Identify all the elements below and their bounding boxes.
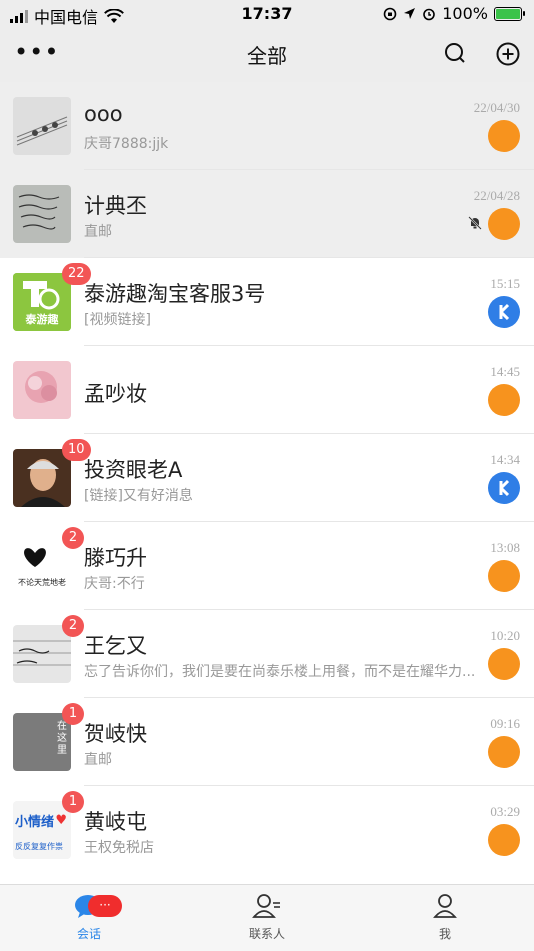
mute-bell-icon [468, 216, 482, 230]
conversation-row[interactable]: 小情绪 ♥ 反反复复作祟 1 黄岐屯 王权免税店 03:29 [0, 786, 534, 874]
avatar-logo-text: 泰游趣 [25, 313, 59, 326]
conversation-time: 09:16 [490, 716, 520, 731]
avatar: 小情绪 ♥ 反反复复作祟 [13, 801, 71, 859]
profile-icon [433, 894, 457, 918]
conversation-time: 14:34 [490, 452, 520, 467]
conversation-name: 计典丕 [84, 194, 147, 218]
tyq-app-icon [488, 560, 520, 592]
status-right: 100% [383, 4, 525, 23]
avatar-caption: 不论天荒地老 [18, 578, 66, 587]
search-icon[interactable] [444, 42, 466, 64]
avatar: 在这里 [13, 713, 71, 771]
add-icon[interactable] [496, 42, 520, 66]
battery-icon [494, 6, 525, 21]
avatar [13, 449, 71, 507]
conversation-list: ooo 庆哥7888:jjk 22/04/30 计典丕 直邮 22/04/28 [0, 82, 534, 874]
avatar [13, 361, 71, 419]
conversation-preview: 忘了告诉你们，我们是要在尚泰乐楼上用餐，而不是在耀华力... [84, 664, 476, 680]
avatar-caption: 反反复复作祟 [15, 842, 63, 851]
tyq-app-icon [488, 384, 520, 416]
contacts-icon [252, 894, 280, 918]
location-icon [404, 8, 416, 19]
tab-label: 我 [438, 927, 451, 941]
avatar-caption: 在这里 [57, 721, 67, 756]
conversation-preview: [链接]又有好消息 [84, 488, 193, 504]
rotation-lock-icon [383, 7, 397, 20]
conversation-name: 孟吵妆 [84, 382, 147, 406]
alarm-icon [423, 8, 436, 20]
tyq-app-icon [488, 648, 520, 680]
tyq-app-icon [488, 824, 520, 856]
tab-bar: 会话 ··· 联系人 我 [0, 884, 534, 951]
conversation-name: 泰游趣淘宝客服3号 [84, 282, 266, 306]
unread-badge: 1 [62, 791, 84, 813]
conversation-preview: 直邮 [84, 752, 112, 768]
chat-badge: ··· [88, 895, 122, 917]
tab-me[interactable]: 我 [356, 893, 534, 942]
k-app-icon [488, 472, 520, 504]
unread-badge: 2 [62, 527, 84, 549]
conversation-time: 10:20 [490, 628, 520, 643]
tab-contacts[interactable]: 联系人 [178, 893, 356, 942]
tab-chats[interactable]: 会话 ··· [0, 893, 178, 942]
conversation-name: 投资眼老A [84, 458, 183, 482]
conversation-row[interactable]: 计典丕 直邮 22/04/28 [0, 170, 534, 258]
k-app-icon [488, 296, 520, 328]
avatar: 不论天荒地老 [13, 537, 71, 595]
conversation-time: 14:45 [490, 364, 520, 379]
conversation-time: 15:15 [490, 276, 520, 291]
battery-label: 100% [442, 4, 488, 23]
tab-label: 联系人 [248, 927, 285, 941]
conversation-time: 22/04/28 [473, 188, 520, 203]
conversation-row[interactable]: ooo 庆哥7888:jjk 22/04/30 [0, 82, 534, 170]
avatar [13, 625, 71, 683]
conversation-row[interactable]: 不论天荒地老 2 滕巧升 庆哥:不行 13:08 [0, 522, 534, 610]
conversation-row[interactable]: 10 投资眼老A [链接]又有好消息 14:34 [0, 434, 534, 522]
conversation-name: ooo [84, 102, 123, 126]
conversation-name: 滕巧升 [84, 546, 147, 570]
avatar [13, 185, 71, 243]
tyq-app-icon [488, 120, 520, 152]
conversation-preview: [视频链接] [84, 312, 151, 328]
conversation-name: 王乞又 [84, 634, 147, 658]
avatar [13, 97, 71, 155]
tab-label: 会话 [76, 927, 101, 941]
conversation-name: 黄岐屯 [84, 810, 147, 834]
tyq-app-icon [488, 736, 520, 768]
conversation-row[interactable]: 泰游趣 22 泰游趣淘宝客服3号 [视频链接] 15:15 [0, 258, 534, 346]
nav-header: ••• 全部 [0, 28, 534, 82]
tyq-app-icon [488, 208, 520, 240]
avatar: 泰游趣 [13, 273, 71, 331]
conversation-time: 03:29 [490, 804, 520, 819]
status-bar: 中国电信 17:37 100% [0, 0, 534, 28]
conversation-name: 贺岐快 [84, 722, 147, 746]
conversation-row[interactable]: 2 王乞又 忘了告诉你们，我们是要在尚泰乐楼上用餐，而不是在耀华力... 10:… [0, 610, 534, 698]
conversation-preview: 直邮 [84, 224, 112, 240]
unread-badge: 1 [62, 703, 84, 725]
unread-badge: 2 [62, 615, 84, 637]
conversation-time: 22/04/30 [473, 100, 520, 115]
conversation-preview: 王权免税店 [84, 840, 154, 856]
conversation-preview: 庆哥7888:jjk [84, 136, 169, 152]
avatar-caption: 小情绪 [15, 815, 55, 830]
conversation-row[interactable]: 孟吵妆 14:45 [0, 346, 534, 434]
avatar-heart-icon: ♥ [55, 813, 67, 828]
conversation-preview: 庆哥:不行 [84, 576, 145, 592]
conversation-time: 13:08 [490, 540, 520, 555]
conversation-row[interactable]: 在这里 1 贺岐快 直邮 09:16 [0, 698, 534, 786]
